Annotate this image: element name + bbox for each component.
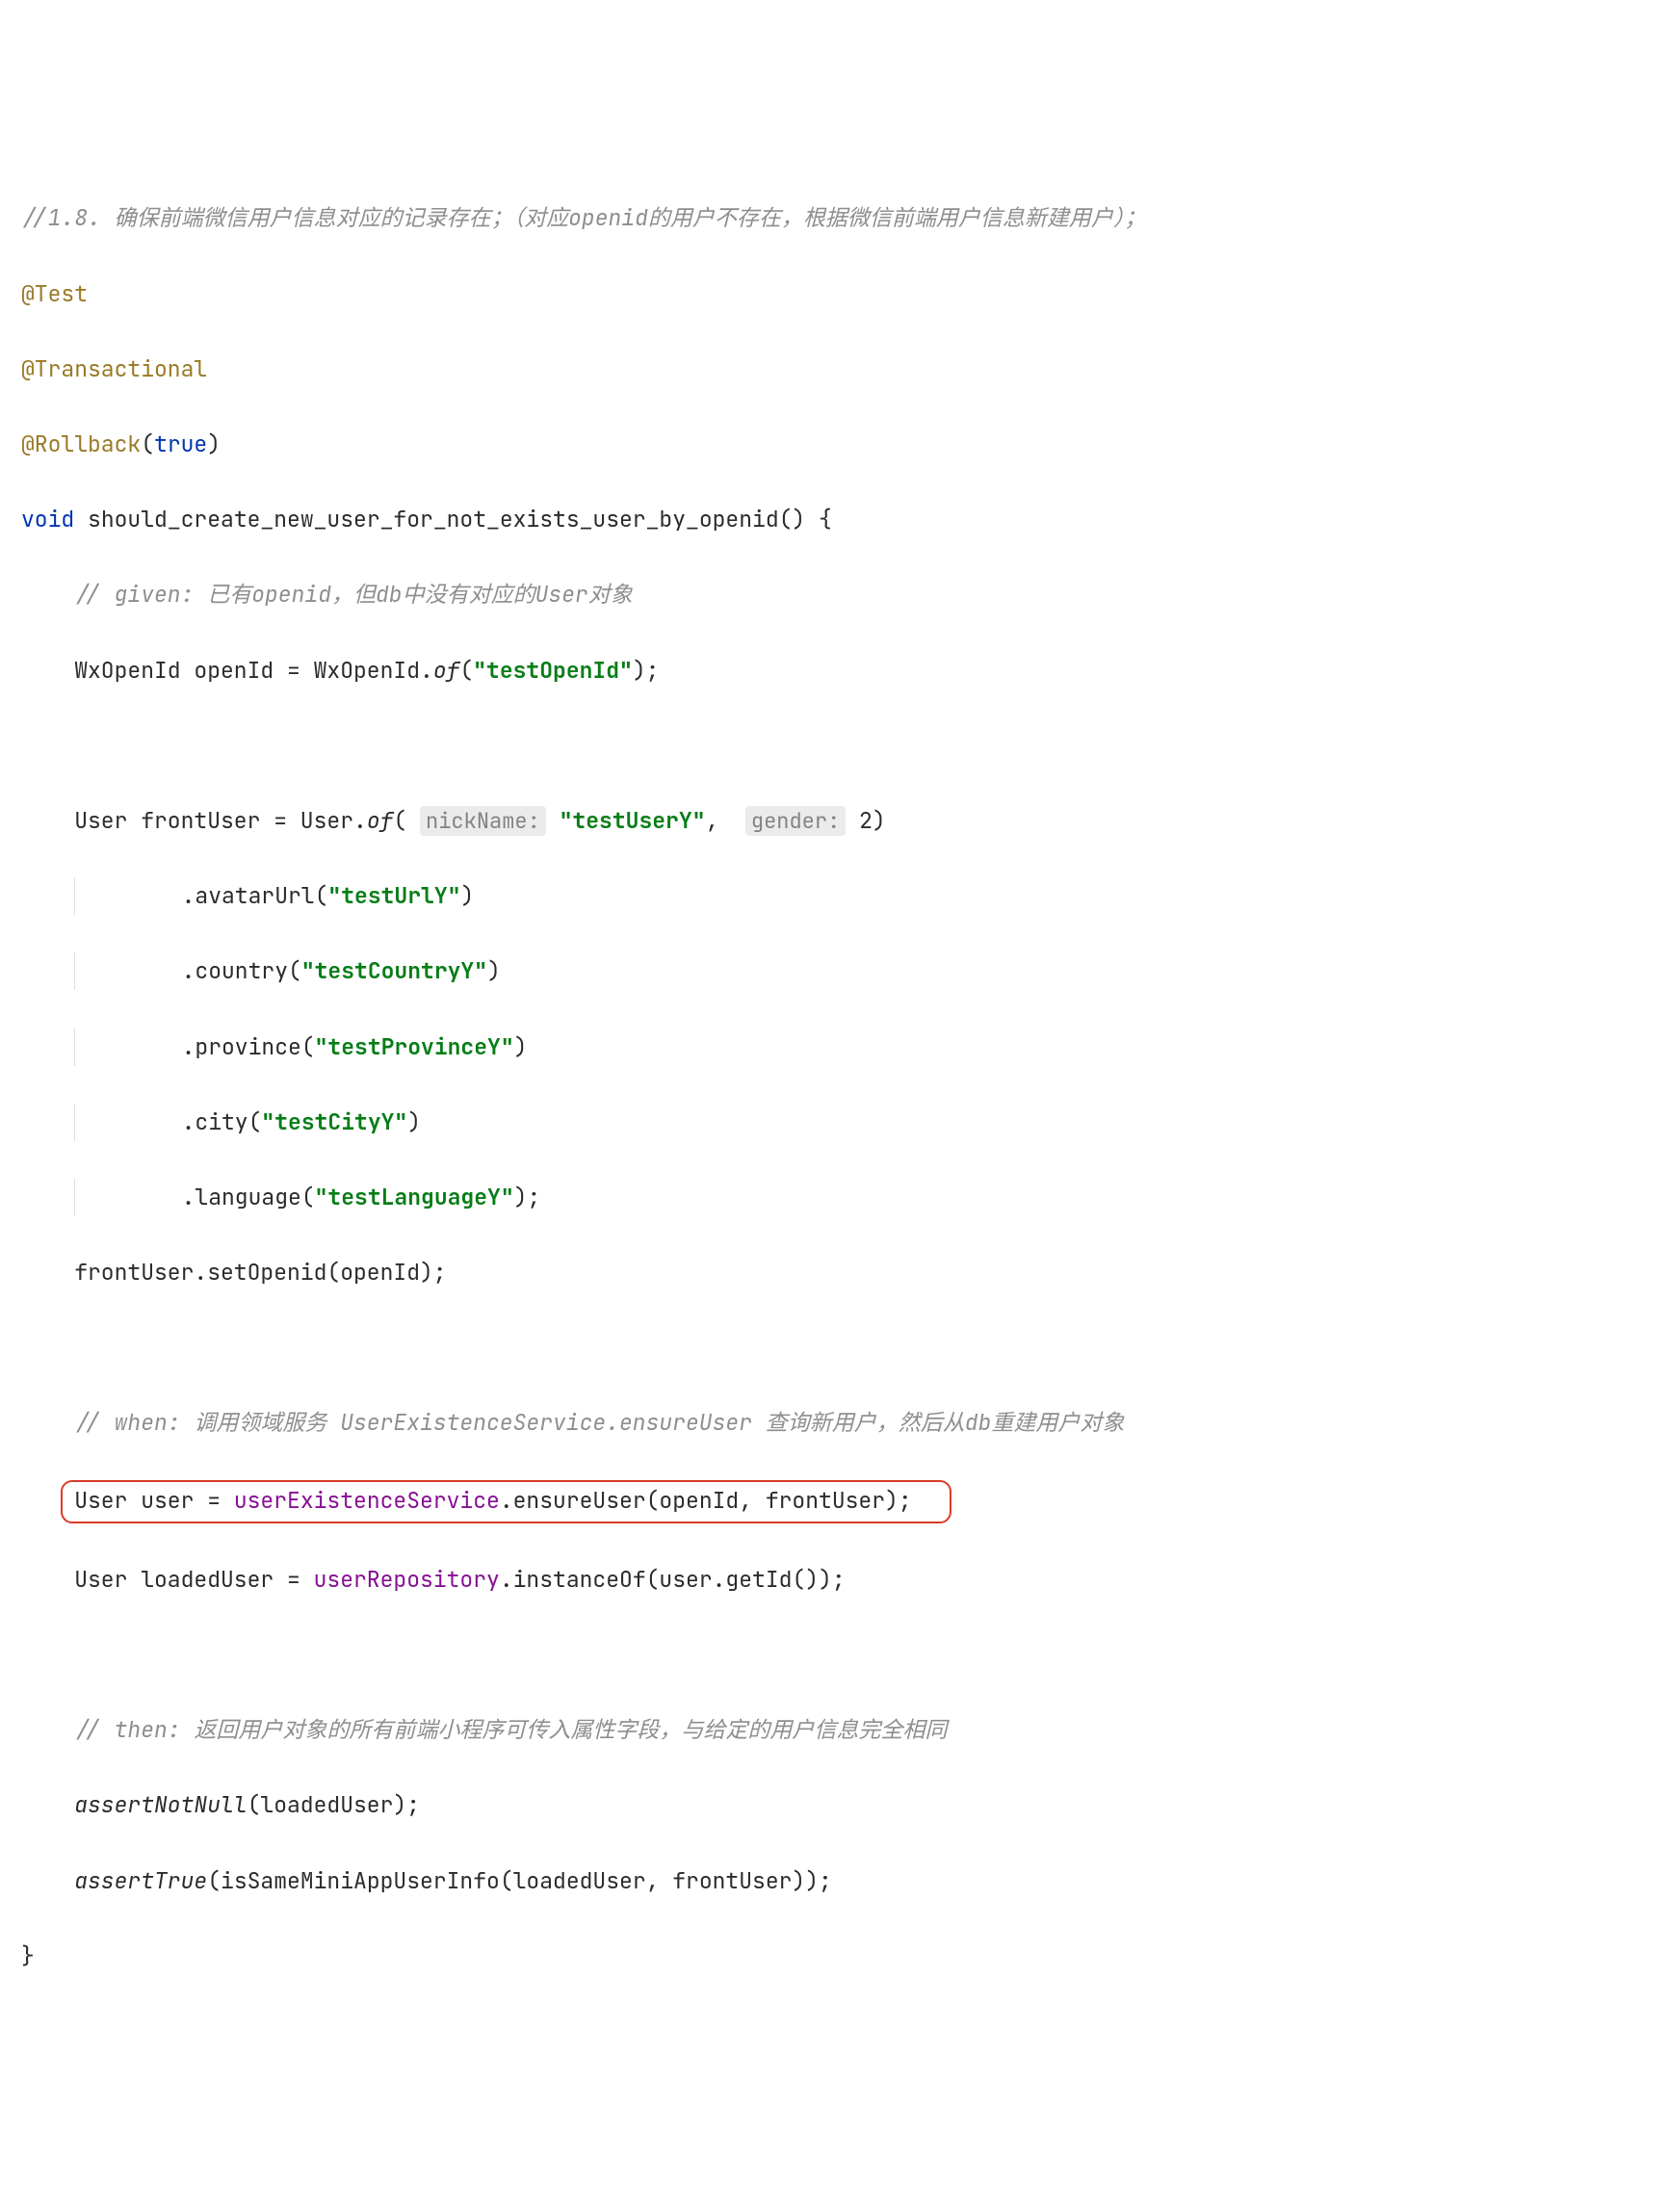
frontuser-line: User frontUser = User.of( nickName: "tes… <box>21 802 1647 840</box>
annotation-transactional: @Transactional <box>21 351 1647 388</box>
comment-then: // then: 返回用户对象的所有前端小程序可传入属性字段，与给定的用户信息完… <box>21 1711 1647 1749</box>
annotation-rollback: @Rollback(true) <box>21 426 1647 463</box>
city-line: .city("testCityY") <box>21 1104 1647 1141</box>
highlight-box: User user = userExistenceService.ensureU… <box>61 1480 951 1523</box>
close-brace: } <box>21 1938 1647 1975</box>
comment-header: //1.8. 确保前端微信用户信息对应的记录存在；（对应openid的用户不存在… <box>21 199 1647 237</box>
setopenid-line: frontUser.setOpenid(openId); <box>21 1254 1647 1291</box>
method-signature: void should_create_new_user_for_not_exis… <box>21 501 1647 538</box>
country-line: .country("testCountryY") <box>21 952 1647 990</box>
hint-gender: gender: <box>745 806 846 836</box>
loadeduser-line: User loadedUser = userRepository.instanc… <box>21 1561 1647 1599</box>
assert-true: assertTrue(isSameMiniAppUserInfo(loadedU… <box>21 1862 1647 1900</box>
blank-line-3 <box>21 1636 1647 1674</box>
comment-when: // when: 调用领域服务 UserExistenceService.ens… <box>21 1404 1647 1442</box>
language-line: .language("testLanguageY"); <box>21 1179 1647 1216</box>
annotation-test: @Test <box>21 275 1647 313</box>
avatar-line: .avatarUrl("testUrlY") <box>21 877 1647 915</box>
blank-line <box>21 727 1647 765</box>
openid-line: WxOpenId openId = WxOpenId.of("testOpenI… <box>21 652 1647 690</box>
assert-notnull: assertNotNull(loadedUser); <box>21 1786 1647 1824</box>
province-line: .province("testProvinceY") <box>21 1028 1647 1066</box>
code-block: //1.8. 确保前端微信用户信息对应的记录存在；（对应openid的用户不存在… <box>21 162 1647 2013</box>
user-line: User user = userExistenceService.ensureU… <box>21 1480 1647 1523</box>
blank-line-2 <box>21 1329 1647 1366</box>
comment-given: // given: 已有openid，但db中没有对应的User对象 <box>21 576 1647 613</box>
hint-nickname: nickName: <box>420 806 546 836</box>
